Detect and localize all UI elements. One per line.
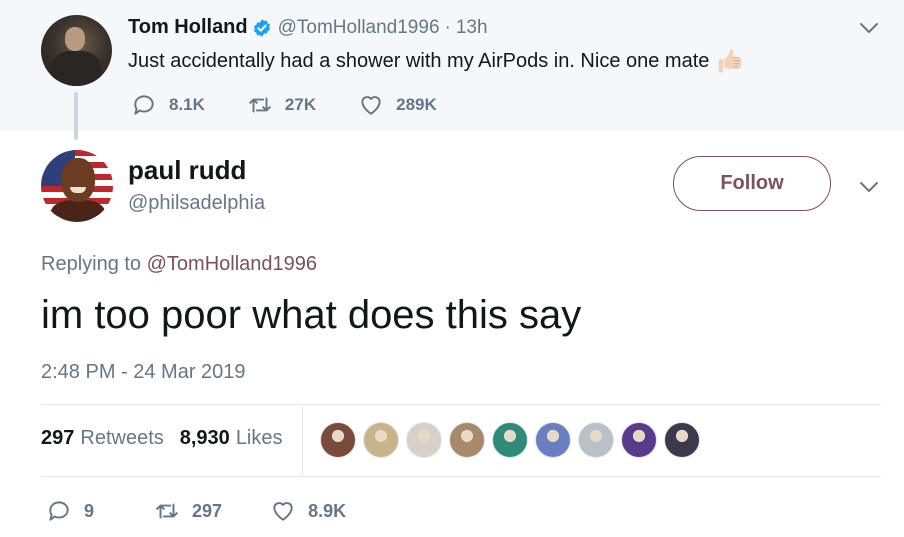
avatar-face (65, 27, 85, 51)
reply-icon (49, 501, 69, 521)
paul-rudd-avatar[interactable] (41, 150, 113, 222)
parent-tweet[interactable]: Tom Holland @TomHolland1996 · 13h Just a… (0, 0, 904, 131)
retweets-stat-label: Retweets (80, 427, 164, 449)
retweets-stat-value: 297 (41, 427, 75, 449)
likes-stat-label: Likes (235, 427, 283, 449)
parent-tweet-menu-chevron-down-icon[interactable] (858, 21, 880, 35)
main-like-count: 8.9K (308, 500, 347, 521)
follow-button[interactable]: Follow (673, 156, 831, 211)
liker-avatar-9[interactable] (664, 422, 700, 458)
main-tweet-timestamp[interactable]: 2:48 PM - 24 Mar 2019 (41, 361, 246, 384)
main-retweet-count: 297 (192, 500, 223, 521)
thread-connector-line (74, 92, 78, 140)
retweets-stat[interactable]: 297 Retweets (41, 427, 164, 450)
main-tweet-menu-chevron-down-icon[interactable] (858, 180, 880, 194)
liker-avatar-7[interactable] (578, 422, 614, 458)
main-tweet-actions: 9 297 8.9K (46, 498, 346, 524)
liker-avatar-1[interactable] (320, 422, 356, 458)
avatar-head (61, 158, 95, 202)
engagement-stats: 297 Retweets 8,930 Likes (41, 427, 283, 450)
main-reply-button[interactable]: 9 (46, 498, 94, 524)
replying-to-line: Replying to @TomHolland1996 (41, 253, 317, 276)
liker-avatar-8[interactable] (621, 422, 657, 458)
header-separator: · (444, 16, 451, 38)
reply-icon (134, 95, 154, 115)
likes-stat-value: 8,930 (179, 427, 230, 449)
stats-bottom-divider (41, 476, 881, 477)
parent-like-button[interactable]: 289K (358, 92, 437, 118)
parent-tweet-text-content: Just accidentally had a shower with my A… (128, 49, 710, 72)
likes-stat[interactable]: 8,930 Likes (180, 427, 283, 450)
main-reply-count: 9 (84, 500, 95, 521)
main-tweet-text: im too poor what does this say (41, 293, 582, 337)
liker-avatar-5[interactable] (492, 422, 528, 458)
parent-tweet-time[interactable]: 13h (456, 17, 488, 39)
avatar-coat (51, 51, 101, 86)
parent-author-handle[interactable]: @TomHolland1996 (278, 17, 440, 39)
parent-retweet-count: 27K (284, 95, 317, 114)
main-like-button[interactable]: 8.9K (270, 498, 346, 524)
heart-icon (361, 96, 381, 115)
liker-avatar-4[interactable] (449, 422, 485, 458)
main-author-handle[interactable]: @philsadelphia (128, 192, 265, 215)
parent-tweet-actions: 8.1K 27K 289K (131, 92, 437, 118)
retweet-icon (156, 503, 178, 519)
liker-avatars-row (320, 422, 707, 458)
parent-tweet-text: Just accidentally had a shower with my A… (128, 46, 745, 76)
stats-top-divider (41, 404, 881, 405)
parent-retweet-button[interactable]: 27K (247, 92, 316, 118)
liker-avatar-6[interactable] (535, 422, 571, 458)
liker-avatar-3[interactable] (406, 422, 442, 458)
liker-avatar-2[interactable] (363, 422, 399, 458)
tom-holland-avatar[interactable] (41, 15, 112, 86)
stats-vertical-divider (302, 406, 303, 476)
parent-tweet-header: Tom Holland @TomHolland1996 · 13h (128, 16, 488, 39)
replying-to-handle-link[interactable]: @TomHolland1996 (147, 253, 317, 275)
heart-icon (273, 502, 293, 521)
parent-reply-button[interactable]: 8.1K (131, 92, 205, 118)
main-retweet-button[interactable]: 297 (154, 498, 222, 524)
avatar-shirt (51, 200, 105, 222)
verified-badge-icon (253, 18, 270, 37)
parent-like-count: 289K (396, 95, 437, 114)
replying-to-prefix: Replying to (41, 253, 142, 275)
parent-reply-count: 8.1K (169, 95, 205, 114)
retweet-icon (249, 97, 271, 113)
main-author-name[interactable]: paul rudd (128, 155, 246, 186)
thumbs-up-icon (719, 49, 742, 73)
parent-author-name[interactable]: Tom Holland (128, 16, 248, 39)
